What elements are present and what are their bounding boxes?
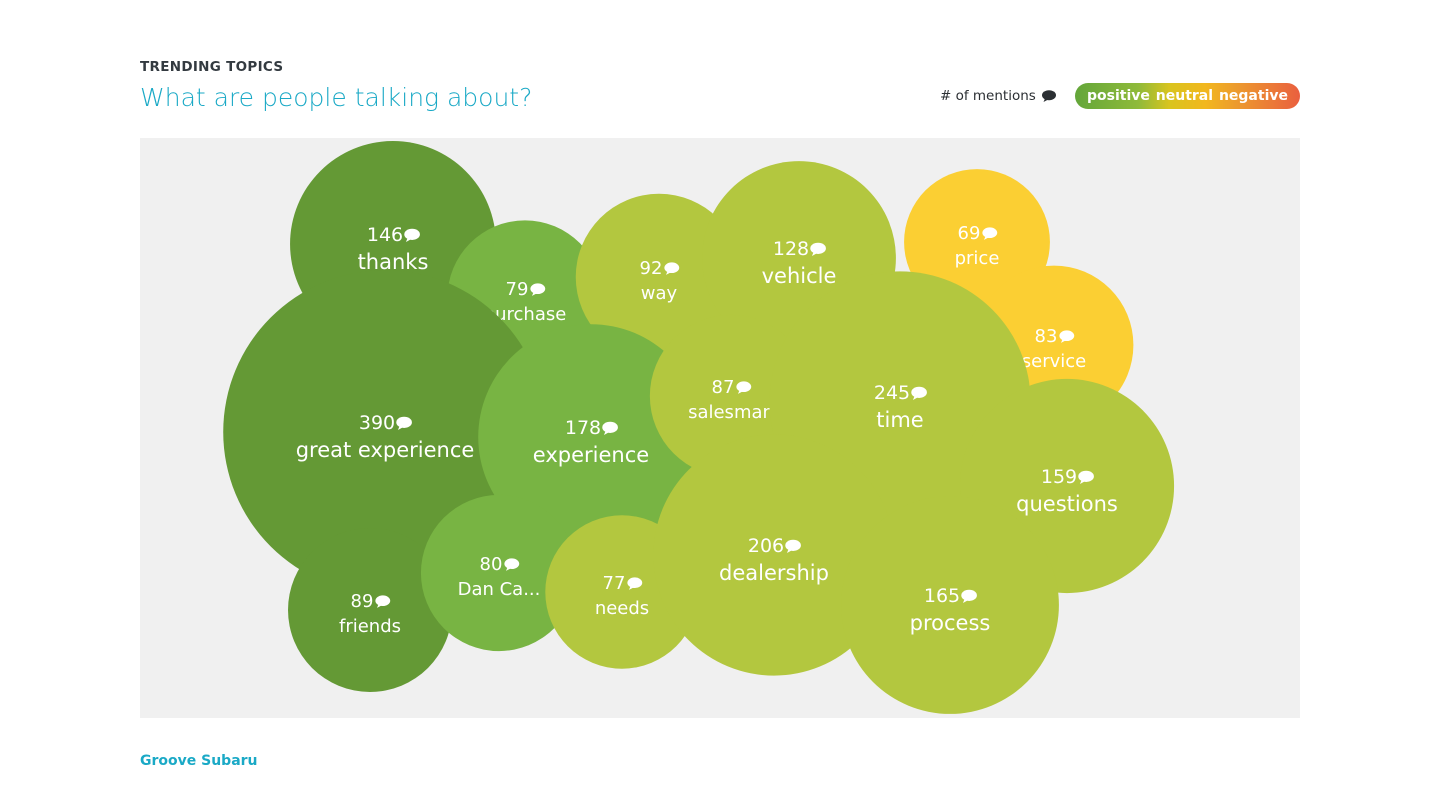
bubble-count: 79 [506,279,529,300]
bubble-label: thanks [358,250,429,274]
footer-brand[interactable]: Groove Subaru [140,753,258,769]
mentions-legend: # of mentions [940,88,1056,104]
sentiment-negative-label: negative [1218,88,1288,104]
bubble-label: process [910,611,991,635]
bubble-count: 92 [640,258,663,279]
section-eyebrow: TRENDING TOPICS [140,59,284,75]
bubble-count: 390 [359,412,395,434]
sentiment-legend: positive neutral negative [1075,83,1300,109]
bubble-label: friends [339,616,401,637]
bubble-label: experience [533,443,649,467]
bubble-label: vehicle [762,264,837,288]
bubble-count: 245 [874,382,910,404]
sentiment-neutral-label: neutral [1155,88,1214,104]
mentions-legend-label: # of mentions [940,88,1036,104]
speech-bubble-icon [1041,90,1056,102]
bubble-count: 77 [603,573,626,594]
bubble-label: questions [1016,492,1118,516]
bubble-count: 146 [367,224,403,246]
bubble-count: 159 [1041,466,1077,488]
bubble-label: way [641,283,678,304]
bubble-count: 178 [565,417,601,439]
bubble-count: 87 [712,377,735,398]
bubble-label: needs [595,598,649,619]
bubble-count: 80 [480,554,503,575]
topic-bubble[interactable]: 165 process [841,496,1059,714]
bubble-count: 89 [351,591,374,612]
bubble-chart-panel: 146 thanks 79 purchase 92 way 128 vehicle 69 pric… [140,138,1300,718]
bubble-label: dealership [719,561,829,585]
bubble-label: price [955,248,1000,269]
bubble-label: service [1022,351,1086,372]
sentiment-positive-label: positive [1087,88,1150,104]
bubble-count: 69 [958,223,981,244]
bubble-label: Dan Ca... [458,579,541,600]
bubble-label: time [876,408,923,432]
bubble-count: 128 [773,238,809,260]
bubble-label: great experience [296,438,475,462]
bubble-count: 165 [924,585,960,607]
bubble-label: salesman [688,402,774,423]
page-title: What are people talking about? [140,83,533,112]
bubble-count: 206 [748,535,784,557]
bubble-count: 83 [1035,326,1058,347]
bubble-chart: 146thanks79purchase92way128vehicle69pric… [223,141,1175,714]
